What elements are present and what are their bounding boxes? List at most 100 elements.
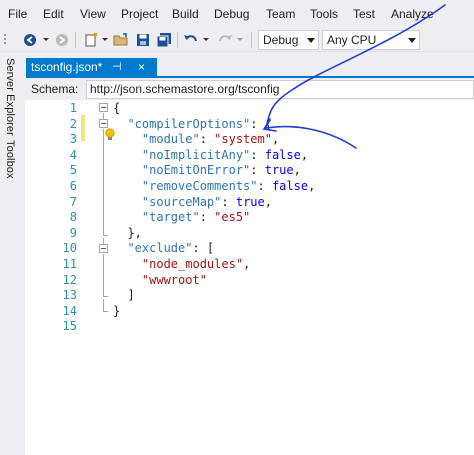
tab-tsconfig-json[interactable]: tsconfig.json* ⊣ ×	[26, 58, 157, 76]
open-folder-icon[interactable]	[112, 31, 130, 49]
tab-title: tsconfig.json*	[31, 60, 103, 74]
back-dropdown-icon[interactable]	[41, 31, 51, 49]
menu-tools[interactable]: Tools	[310, 7, 338, 21]
code-token: :	[199, 210, 215, 225]
document-tab-well: tsconfig.json* ⊣ ×	[25, 52, 474, 76]
chevron-down-icon	[408, 38, 416, 43]
navigate-forward-icon[interactable]	[53, 31, 71, 49]
line-number: 11	[62, 257, 77, 271]
solution-configuration-value: Debug	[263, 33, 299, 47]
code-line[interactable]: "removeComments": false,	[113, 179, 315, 195]
code-token: true	[264, 163, 294, 178]
fold-guide	[103, 299, 104, 311]
menu-edit[interactable]: Edit	[43, 7, 64, 21]
line-number: 4	[69, 147, 77, 162]
code-line[interactable]: "compilerOptions": {	[113, 117, 272, 133]
code-token: :	[250, 163, 265, 178]
solution-platform-value: Any CPU	[327, 33, 377, 47]
code-token: "exclude"	[127, 241, 193, 256]
code-token: "es5"	[214, 210, 251, 225]
new-item-icon[interactable]	[82, 31, 100, 49]
redo-dropdown-icon[interactable]	[236, 31, 244, 49]
code-token: "wwwroot"	[141, 272, 207, 287]
code-token: "noImplicitAny"	[141, 147, 251, 162]
code-line[interactable]: "noEmitOnError": true,	[113, 163, 301, 179]
fold-toggle-exclude[interactable]	[99, 244, 108, 253]
solution-platform-select[interactable]: Any CPU	[322, 30, 420, 50]
code-line[interactable]: },	[113, 226, 141, 242]
line-number: 14	[62, 303, 77, 318]
chevron-down-icon	[307, 38, 315, 43]
menu-test[interactable]: Test	[353, 7, 375, 21]
code-line[interactable]: "noImplicitAny": false,	[113, 148, 308, 164]
code-line[interactable]: "sourceMap": true,	[113, 195, 272, 211]
menu-debug[interactable]: Debug	[214, 7, 249, 21]
fold-toggle-root[interactable]	[99, 103, 108, 112]
code-token: :	[221, 194, 236, 209]
undo-icon[interactable]	[182, 31, 200, 49]
code-token: "compilerOptions"	[127, 116, 251, 131]
navigate-back-icon[interactable]	[21, 31, 39, 49]
schema-bar: Schema: http://json.schemastore.org/tsco…	[25, 78, 474, 100]
change-marker	[81, 125, 85, 141]
code-line[interactable]: ]	[113, 288, 135, 304]
code-token: "node_modules"	[141, 257, 244, 271]
code-token: ]	[113, 288, 135, 303]
code-token: : {	[250, 116, 272, 131]
menu-file[interactable]: File	[8, 7, 27, 21]
fold-guide	[103, 113, 104, 119]
code-token: false	[264, 147, 301, 162]
code-line[interactable]: }	[113, 304, 120, 320]
code-token: :	[250, 147, 265, 162]
line-number: 5	[69, 163, 77, 178]
code-line[interactable]: {	[113, 101, 120, 117]
code-token: }	[113, 303, 121, 318]
undo-dropdown-icon[interactable]	[202, 31, 210, 49]
side-tool-strip: Server Explorer Toolbox	[0, 52, 25, 455]
fold-toggle-compiler-options[interactable]	[99, 119, 108, 128]
close-icon[interactable]: ×	[138, 58, 145, 76]
code-token: :	[257, 179, 272, 193]
code-token: "removeComments"	[141, 179, 258, 193]
menu-project[interactable]: Project	[121, 7, 158, 21]
code-line[interactable]: "node_modules",	[113, 257, 250, 273]
code-token: "module"	[141, 132, 200, 147]
fold-guide	[103, 235, 108, 236]
code-line[interactable]: "module": "system",	[113, 132, 279, 148]
code-token: ,	[308, 179, 316, 193]
code-line[interactable]: "exclude": [	[113, 241, 214, 257]
toolbar-grip-icon[interactable]	[3, 31, 9, 49]
line-number: 10	[62, 241, 77, 256]
code-token: "noEmitOnError"	[141, 163, 251, 178]
schema-url-field[interactable]: http://json.schemastore.org/tsconfig	[86, 80, 474, 99]
code-line[interactable]: "wwwroot"	[113, 273, 207, 289]
menu-view[interactable]: View	[80, 7, 106, 21]
menu-build[interactable]: Build	[172, 7, 199, 21]
code-line[interactable]: "target": "es5"	[113, 210, 250, 226]
code-token: ,	[293, 163, 301, 178]
code-token: ,	[271, 132, 280, 147]
toolbox-tab[interactable]: Toolbox	[4, 140, 16, 179]
solution-configuration-select[interactable]: Debug	[258, 30, 319, 50]
toolbar-separator	[251, 32, 252, 48]
save-all-icon[interactable]	[155, 31, 173, 49]
pin-icon[interactable]: ⊣	[112, 58, 122, 76]
code-token: true	[235, 194, 265, 209]
code-token: "target"	[141, 210, 200, 225]
code-editor[interactable]: 1 {2 "compilerOptions": {3 "module": "sys…	[25, 100, 474, 455]
fold-guide	[103, 238, 104, 244]
toolbar-separator	[75, 32, 76, 48]
menu-analyze[interactable]: Analyze	[391, 7, 434, 21]
redo-icon[interactable]	[216, 31, 234, 49]
save-icon[interactable]	[134, 31, 152, 49]
server-explorer-tab[interactable]: Server Explorer	[4, 58, 16, 136]
line-number: 15	[62, 319, 77, 334]
line-number: 13	[62, 288, 77, 303]
new-item-dropdown-icon[interactable]	[101, 31, 109, 49]
menu-team[interactable]: Team	[266, 7, 295, 21]
code-token: "system"	[214, 132, 272, 147]
